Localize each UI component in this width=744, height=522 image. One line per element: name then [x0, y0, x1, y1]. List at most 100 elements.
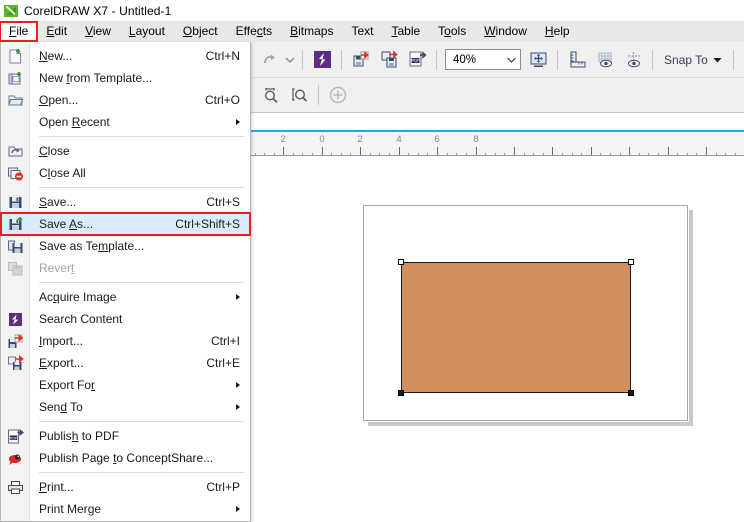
corel-connect-button[interactable] — [308, 46, 336, 74]
selection-handle-se[interactable] — [628, 390, 634, 396]
menu-item-label: Save As... — [39, 217, 94, 231]
menubar-item-edit[interactable]: Edit — [37, 22, 76, 41]
import-button[interactable] — [347, 46, 375, 74]
submenu-arrow-icon — [236, 404, 240, 410]
menu-item-export[interactable]: Export... Ctrl+E — [1, 352, 250, 374]
save-icon — [6, 193, 25, 211]
submenu-arrow-icon — [236, 294, 240, 300]
menu-separator — [1, 418, 250, 425]
menu-item-save-as[interactable]: Save As... Ctrl+Shift+S — [0, 212, 251, 236]
chevron-down-icon — [286, 57, 294, 63]
menu-item-shortcut: Ctrl+I — [210, 334, 240, 348]
show-guidelines-icon — [627, 52, 640, 68]
menubar-item-file[interactable]: File — [0, 21, 39, 42]
menu-item-label: New from Template... — [39, 71, 153, 85]
blank-icon — [6, 500, 25, 518]
menu-item-print-merge[interactable]: Print Merge — [1, 498, 250, 520]
show-rulers-icon — [570, 51, 585, 68]
menu-item-publish-to-conceptshare[interactable]: Publish Page to ConceptShare... — [1, 447, 250, 469]
menu-item-acquire-image[interactable]: Acquire Image — [1, 286, 250, 308]
blank-icon — [6, 288, 25, 306]
menu-separator — [1, 133, 250, 140]
menubar-item-view[interactable]: View — [76, 22, 120, 41]
menu-item-shortcut: Ctrl+O — [204, 93, 240, 107]
export-button[interactable] — [375, 46, 403, 74]
corel-connect-icon — [313, 51, 331, 68]
redo-button[interactable] — [255, 46, 283, 74]
menu-item-label: Revert — [39, 261, 75, 275]
menubar-item-object[interactable]: Object — [174, 22, 227, 41]
menu-item-print[interactable]: Print... Ctrl+P — [1, 476, 250, 498]
menu-item-shortcut: Ctrl+N — [205, 49, 240, 63]
file-menu-list: New... Ctrl+N New from Template... Open.… — [0, 42, 251, 520]
chevron-down-icon — [507, 57, 516, 63]
menu-item-label: Import... — [39, 334, 84, 348]
zoom-one-shot-icon — [264, 87, 278, 103]
menu-item-export-for[interactable]: Export For — [1, 374, 250, 396]
menubar-item-text[interactable]: Text — [342, 22, 382, 41]
selection-handle-sw[interactable] — [398, 390, 404, 396]
zoom-level-combobox[interactable]: 40% — [445, 49, 521, 70]
blank-icon — [6, 398, 25, 416]
menu-item-open-recent[interactable]: Open Recent — [1, 111, 250, 133]
menu-item-new-from-template[interactable]: New from Template... — [1, 67, 250, 89]
page-shadow — [368, 422, 693, 426]
menu-item-import[interactable]: Import... Ctrl+I — [1, 330, 250, 352]
menu-item-label: Send To — [39, 400, 83, 414]
selection-handle-ne[interactable] — [628, 259, 634, 265]
toolbar-separator — [302, 49, 303, 70]
menu-item-label: Publish to PDF — [39, 429, 120, 443]
menu-item-close[interactable]: Close — [1, 140, 250, 162]
fit-page-button[interactable] — [524, 46, 552, 74]
rectangle-shape[interactable] — [401, 262, 631, 393]
publish-pdf-button[interactable]: PDF — [403, 46, 431, 74]
menu-separator — [1, 469, 250, 476]
redo-icon — [263, 54, 275, 64]
options-button[interactable] — [739, 46, 744, 74]
printer-icon — [6, 478, 25, 496]
menu-item-close-all[interactable]: Close All — [1, 162, 250, 184]
zoom-selection-button[interactable] — [285, 81, 313, 109]
menu-item-save-as-template[interactable]: Save as Template... — [1, 235, 250, 257]
selection-handle-nw[interactable] — [398, 259, 404, 265]
menubar-item-tools[interactable]: Tools — [429, 22, 475, 41]
menu-item-open[interactable]: Open... Ctrl+O — [1, 89, 250, 111]
file-menu-dropdown[interactable]: New... Ctrl+N New from Template... Open.… — [0, 42, 251, 522]
menubar-item-help[interactable]: Help — [536, 22, 579, 41]
add-button[interactable] — [324, 81, 352, 109]
zoom-one-shot-button[interactable] — [257, 81, 285, 109]
menubar-item-table[interactable]: Table — [382, 22, 429, 41]
publish-pdf-icon: PDF — [6, 427, 25, 445]
menubar-item-bitmaps[interactable]: Bitmaps — [281, 22, 342, 41]
menu-item-publish-to-pdf[interactable]: PDF Publish to PDF — [1, 425, 250, 447]
menu-item-send-to[interactable]: Send To — [1, 396, 250, 418]
page-shadow — [689, 210, 693, 426]
blank-icon — [6, 376, 25, 394]
toolbar-separator — [732, 49, 734, 70]
menubar-item-window[interactable]: Window — [475, 22, 536, 41]
redo-dropdown-button[interactable] — [283, 46, 297, 74]
menubar-item-layout[interactable]: Layout — [120, 22, 174, 41]
horizontal-ruler[interactable]: 2 0 2 4 6 8 — [245, 130, 744, 156]
menubar-item-effects[interactable]: Effects — [227, 22, 281, 41]
menu-item-new[interactable]: New... Ctrl+N — [1, 45, 250, 67]
menu-item-save[interactable]: Save... Ctrl+S — [1, 191, 250, 213]
menu-item-label: Save as Template... — [39, 239, 145, 253]
menu-separator — [1, 184, 250, 191]
publish-pdf-icon: PDF — [409, 51, 427, 67]
submenu-arrow-icon — [236, 382, 240, 388]
menu-item-label: Publish Page to ConceptShare... — [39, 451, 214, 465]
save-as-template-icon — [6, 237, 25, 255]
window-title: CorelDRAW X7 - Untitled-1 — [24, 3, 172, 18]
drawing-canvas[interactable] — [226, 156, 744, 522]
menu-separator — [1, 279, 250, 286]
show-grid-button[interactable] — [591, 46, 619, 74]
import-icon — [6, 332, 25, 350]
show-guidelines-button[interactable] — [619, 46, 647, 74]
svg-text:PDF: PDF — [10, 436, 18, 440]
snap-to-dropdown[interactable]: Snap To — [658, 53, 728, 67]
toolbar-separator — [652, 49, 653, 70]
menu-item-search-content[interactable]: Search Content — [1, 308, 250, 330]
fit-page-icon — [530, 52, 546, 67]
show-rulers-button[interactable] — [563, 46, 591, 74]
